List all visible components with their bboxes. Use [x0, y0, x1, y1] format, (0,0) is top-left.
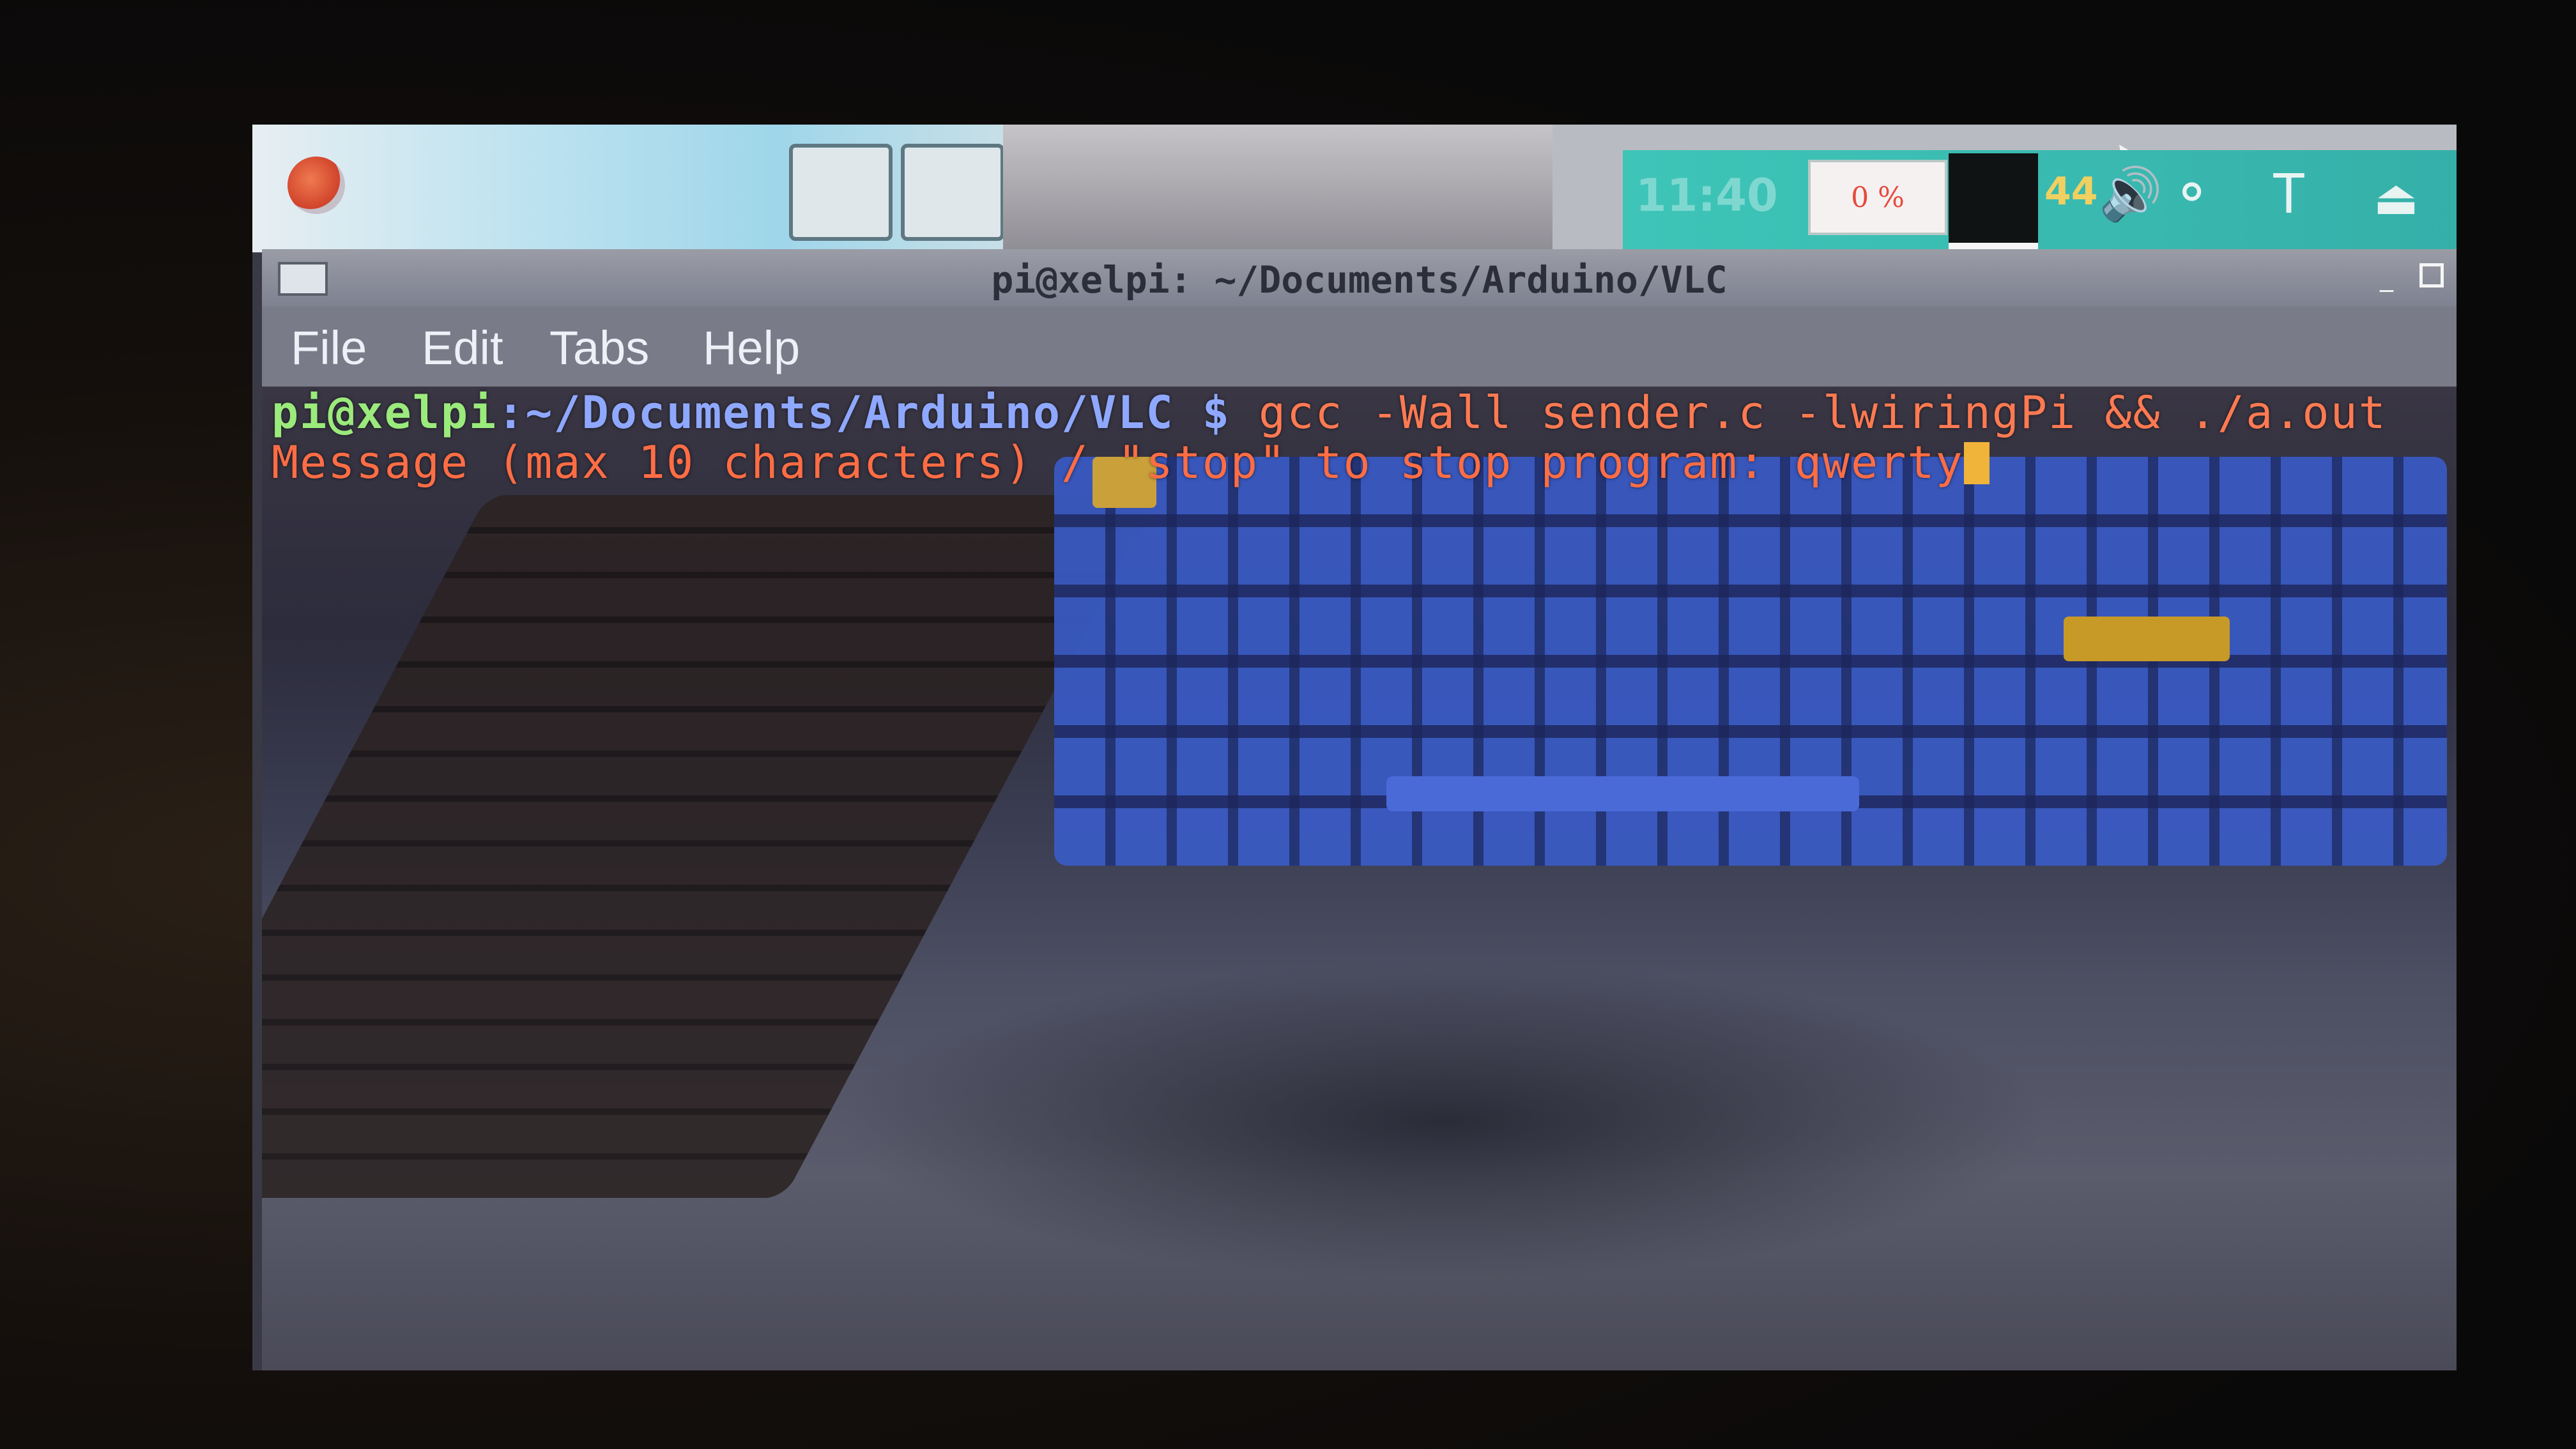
eject-icon[interactable]: ⏏	[2373, 169, 2419, 226]
window-title: pi@xelpi: ~/Documents/Arduino/VLC	[991, 258, 1728, 302]
maximize-button[interactable]	[2419, 263, 2444, 288]
command-text: gcc -Wall sender.c -lwiringPi && ./a.out	[1259, 387, 2387, 439]
volume-level: 44	[2044, 169, 2098, 214]
taskbar-area[interactable]	[1003, 125, 2162, 252]
cpu-usage-label: 0 %	[1851, 181, 1905, 214]
terminal-window: pi@xelpi: ~/Documents/Arduino/VLC _ File…	[262, 249, 2457, 1370]
program-output: Message (max 10 characters) / "stop" to …	[272, 436, 1795, 489]
menu-file[interactable]: File	[291, 321, 367, 375]
cpu-graph[interactable]	[1949, 153, 2038, 252]
background-reflection	[837, 962, 2051, 1281]
command-line: pi@xelpi:~/Documents/Arduino/VLC $ gcc -…	[272, 387, 2387, 439]
background-reflection	[1386, 776, 1859, 811]
clock[interactable]: 11:40	[1636, 169, 1778, 222]
terminal-output-area[interactable]: pi@xelpi:~/Documents/Arduino/VLC $ gcc -…	[262, 387, 2457, 1370]
panel-launcher-area	[252, 125, 1004, 252]
text-cursor	[1963, 442, 1989, 484]
bluetooth-icon[interactable]: Ꭲ	[2274, 163, 2307, 227]
minimize-button[interactable]: _	[2380, 261, 2405, 292]
wifi-icon[interactable]: ⚬	[2169, 162, 2214, 225]
volume-icon[interactable]: 🔊	[2099, 164, 2163, 224]
window-titlebar[interactable]: pi@xelpi: ~/Documents/Arduino/VLC _	[262, 249, 2457, 307]
top-panel: 11:40 0 % 44 🔊 ⚬ Ꭲ ⏏	[252, 125, 2457, 252]
menu-logo-icon[interactable]	[288, 157, 345, 214]
launcher-button[interactable]	[901, 144, 1004, 241]
prompt-path: :~/Documents/Arduino/VLC	[497, 387, 1174, 439]
launcher-button[interactable]	[789, 144, 893, 241]
menu-edit[interactable]: Edit	[422, 321, 503, 375]
menu-bar: File Edit Tabs Help	[262, 307, 2457, 387]
cpu-monitor[interactable]: 0 %	[1808, 160, 1947, 235]
prompt-symbol: $	[1174, 387, 1259, 439]
menu-tabs[interactable]: Tabs	[549, 321, 649, 375]
menu-help[interactable]: Help	[703, 321, 800, 375]
prompt-user: pi@xelpi	[272, 387, 498, 439]
typed-input[interactable]: qwerty	[1795, 436, 1964, 489]
program-prompt-line: Message (max 10 characters) / "stop" to …	[272, 436, 1989, 489]
screen: 11:40 0 % 44 🔊 ⚬ Ꭲ ⏏ pi@xelpi: ~/Documen…	[252, 125, 2457, 1370]
system-tray: 11:40 0 % 44 🔊 ⚬ Ꭲ ⏏	[1623, 150, 2457, 252]
background-reflection	[2064, 617, 2230, 661]
